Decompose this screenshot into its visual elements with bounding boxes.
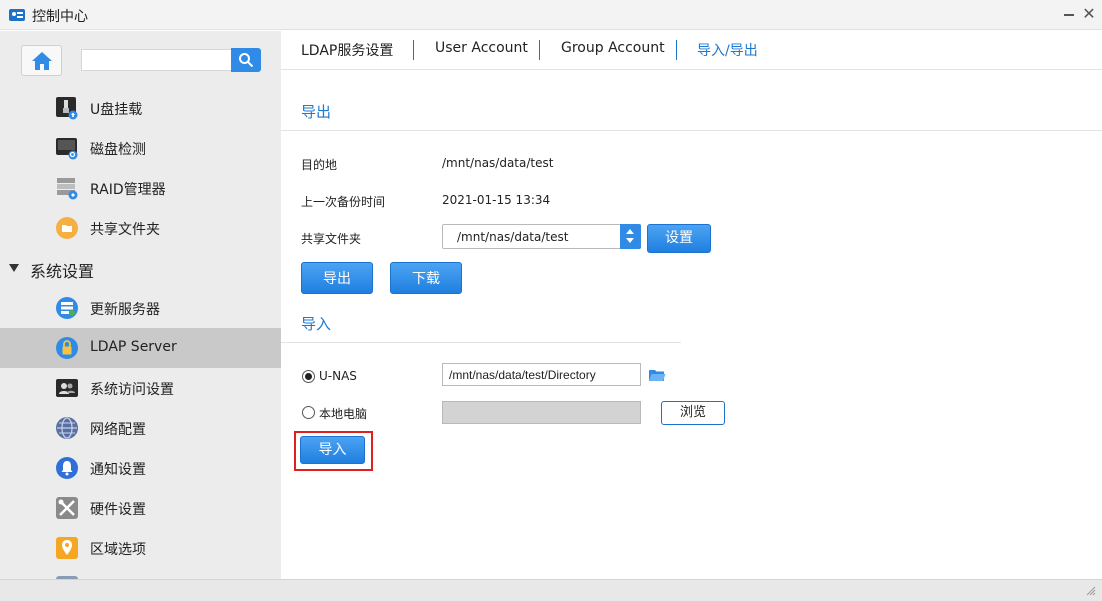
last-backup-label: 上一次备份时间 [301,195,386,209]
destination-value: /mnt/nas/data/test [442,156,554,170]
sidebar-item-ldap-server[interactable]: LDAP Server [0,328,281,368]
minimize-button[interactable] [1059,4,1079,24]
ldap-lock-icon [56,337,78,359]
raid-manager-icon [57,178,78,200]
sidebar: U盘挂载 磁盘检测 RAID管理器 共享文件夹 系统设置 更新服务器 LDAP … [0,31,281,579]
tab-bar: LDAP服务设置 User Account Group Account 导入/导… [281,31,1102,70]
collapse-triangle-icon [9,264,19,272]
section-label: 系统设置 [30,262,95,281]
unas-label: U-NAS [319,369,357,383]
sidebar-item-system-access[interactable]: 系统访问设置 [0,368,281,408]
sidebar-item-usb-mount[interactable]: U盘挂载 [0,88,281,128]
sidebar-item-label: 硬件设置 [90,502,146,518]
status-bar [0,579,1102,601]
search-icon [239,53,254,68]
region-pin-icon [56,537,78,559]
control-center-icon [9,9,25,21]
sidebar-item-notification[interactable]: 通知设置 [0,448,281,488]
system-access-icon [56,379,78,397]
sidebar-item-label: 区域选项 [90,542,146,558]
notification-bell-icon [56,457,78,479]
sidebar-item-raid-manager[interactable]: RAID管理器 [0,168,281,208]
sidebar-item-network[interactable]: 网络配置 [0,408,281,448]
divider [281,130,1102,131]
tab-separator [413,40,414,60]
sidebar-item-update-server[interactable]: 更新服务器 [0,288,281,328]
home-icon [32,52,52,70]
sidebar-item-label: 通知设置 [90,462,146,478]
sidebar-item-label: 更新服务器 [90,302,160,318]
search-input[interactable] [81,49,231,71]
unas-radio[interactable] [302,370,315,383]
close-button[interactable]: ✕ [1079,4,1099,24]
sidebar-item-partial [0,568,281,579]
browse-button[interactable]: 浏览 [661,401,725,425]
section-system-settings[interactable]: 系统设置 [0,251,281,287]
divider [281,342,681,343]
folder-icon[interactable] [648,368,666,383]
sidebar-item-label: LDAP Server [90,339,177,355]
sidebar-item-label: RAID管理器 [90,182,166,198]
sidebar-item-hardware[interactable]: 硬件设置 [0,488,281,528]
tab-import-export[interactable]: 导入/导出 [697,40,758,60]
search-button[interactable] [231,48,261,72]
unas-path-input[interactable] [442,363,641,386]
sidebar-item-disk-check[interactable]: 磁盘检测 [0,128,281,168]
local-pc-label: 本地电脑 [319,407,368,421]
sidebar-item-label: 系统访问设置 [90,382,174,398]
download-button[interactable]: 下载 [390,262,462,294]
sidebar-item-label: 网络配置 [90,422,146,438]
last-backup-value: 2021-01-15 13:34 [442,193,551,207]
tab-group-account[interactable]: Group Account [561,40,665,56]
resize-grip-icon[interactable] [1086,586,1096,596]
spinner-arrows-icon[interactable] [620,224,641,249]
shared-folder-selected: /mnt/nas/data/test [457,230,569,244]
update-server-icon [56,297,78,319]
window-title: 控制中心 [32,9,88,25]
network-globe-icon [56,417,78,439]
sidebar-item-label: 共享文件夹 [90,222,160,238]
export-section-title: 导出 [301,103,332,121]
shared-folder-icon [56,217,78,239]
import-section-title: 导入 [301,315,332,333]
tab-ldap-settings[interactable]: LDAP服务设置 [301,40,393,60]
disk-check-icon [56,138,78,160]
destination-label: 目的地 [301,158,338,172]
tab-separator [676,40,677,60]
tab-user-account[interactable]: User Account [435,40,528,56]
set-button[interactable]: 设置 [647,224,711,253]
home-button[interactable] [21,45,62,76]
sidebar-item-label: U盘挂载 [90,102,143,118]
sidebar-item-label: 磁盘检测 [90,142,146,158]
hardware-tools-icon [56,497,78,519]
local-path-input[interactable] [442,401,641,424]
sidebar-item-shared-folder[interactable]: 共享文件夹 [0,208,281,248]
import-button-highlight [294,431,373,471]
shared-folder-select[interactable]: /mnt/nas/data/test [442,224,641,249]
tab-separator [539,40,540,60]
title-bar: 控制中心 ✕ [0,0,1102,30]
local-pc-radio[interactable] [302,406,315,419]
export-button[interactable]: 导出 [301,262,373,294]
usb-drive-icon [56,97,78,120]
main-content: LDAP服务设置 User Account Group Account 导入/导… [281,31,1102,579]
shared-folder-label: 共享文件夹 [301,232,362,246]
sidebar-item-region[interactable]: 区域选项 [0,528,281,568]
